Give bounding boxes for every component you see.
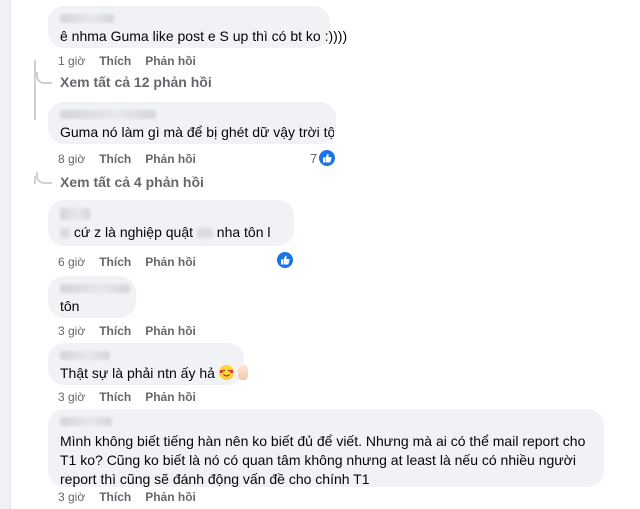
comment-actions: 3 giờ Thích Phản hồi	[58, 490, 196, 504]
comment-author-redacted[interactable]	[60, 283, 130, 295]
reply-button[interactable]: Phản hồi	[145, 490, 196, 504]
reply-button[interactable]: Phản hồi	[145, 255, 196, 269]
smiling-face-with-hearts-icon	[218, 365, 234, 380]
comment-text: tôn	[60, 298, 80, 314]
reply-button[interactable]: Phản hồi	[145, 152, 196, 166]
left-scroll-strip	[0, 0, 11, 509]
like-button[interactable]: Thích	[99, 324, 131, 338]
comment-text: Mình không biết tiếng hàn nên ko biết đủ…	[60, 433, 586, 487]
like-icon	[318, 149, 337, 167]
like-button[interactable]: Thích	[99, 255, 131, 269]
comment-text-part: nha tôn l	[216, 224, 271, 240]
comment-time[interactable]: 8 giờ	[58, 152, 85, 166]
comment-actions: 3 giờ Thích Phản hồi	[58, 390, 196, 404]
comment-text: Thật sự là phải ntn ấy hả	[60, 364, 248, 383]
comment-time[interactable]: 3 giờ	[58, 390, 85, 404]
comment-author-redacted[interactable]	[60, 13, 318, 25]
like-button[interactable]: Thích	[99, 152, 131, 166]
view-replies-link[interactable]: Xem tất cả 12 phản hồi	[36, 72, 212, 90]
comment-bubble: cứ z là nghiệp quật nha tôn l	[48, 200, 294, 246]
reply-connector	[36, 172, 52, 184]
comment-bubble: tôn	[48, 276, 136, 318]
comment-time[interactable]: 3 giờ	[58, 324, 85, 338]
comment-actions: 6 giờ Thích Phản hồi	[58, 255, 196, 269]
comment-bubble: Guma nó làm gì mà để bị ghét dữ vậy trời…	[48, 102, 336, 144]
comment-text: ê nhma Guma like post e S up thì có bt k…	[60, 28, 348, 44]
comment-time[interactable]: 1 giờ	[58, 54, 85, 68]
hand-icon	[237, 365, 248, 380]
comment-bubble: Mình không biết tiếng hàn nên ko biết đủ…	[48, 409, 604, 487]
comment-bubble: ê nhma Guma like post e S up thì có bt k…	[48, 6, 348, 48]
reply-button[interactable]: Phản hồi	[145, 54, 196, 68]
comment-actions: 8 giờ Thích Phản hồi	[58, 152, 196, 166]
comment-text-part: cứ z là nghiệp quật	[73, 224, 194, 240]
like-button[interactable]: Thích	[99, 490, 131, 504]
comment-author-redacted[interactable]	[60, 350, 232, 362]
reply-button[interactable]: Phản hồi	[145, 390, 196, 404]
comment-author-redacted[interactable]	[60, 109, 324, 121]
reaction-badge[interactable]	[276, 251, 294, 269]
comment-time[interactable]: 6 giờ	[58, 255, 85, 269]
reaction-count-value: 7	[310, 150, 318, 166]
comment-text: cứ z là nghiệp quật nha tôn l	[60, 223, 282, 242]
comment-time[interactable]: 3 giờ	[58, 490, 85, 504]
comment-bubble: Thật sự là phải ntn ấy hả	[48, 343, 248, 385]
comment-actions: 1 giờ Thích Phản hồi	[58, 54, 196, 68]
like-icon	[276, 251, 294, 269]
comment-text: Guma nó làm gì mà để bị ghét dữ vậy trời…	[60, 124, 334, 140]
view-replies-label: Xem tất cả 12 phản hồi	[60, 74, 212, 90]
like-button[interactable]: Thích	[99, 390, 131, 404]
comment-author-redacted[interactable]	[60, 416, 592, 428]
thread-line	[34, 60, 36, 120]
comment-actions: 3 giờ Thích Phản hồi	[58, 324, 196, 338]
view-replies-link[interactable]: Xem tất cả 4 phản hồi	[36, 172, 204, 190]
view-replies-label: Xem tất cả 4 phản hồi	[60, 174, 204, 190]
comment-text-part: Thật sự là phải ntn ấy hả	[60, 365, 215, 381]
reply-connector	[36, 72, 52, 84]
comment-author-redacted[interactable]	[60, 207, 282, 220]
like-button[interactable]: Thích	[99, 54, 131, 68]
reply-button[interactable]: Phản hồi	[145, 324, 196, 338]
reaction-count[interactable]: 7	[310, 149, 337, 167]
